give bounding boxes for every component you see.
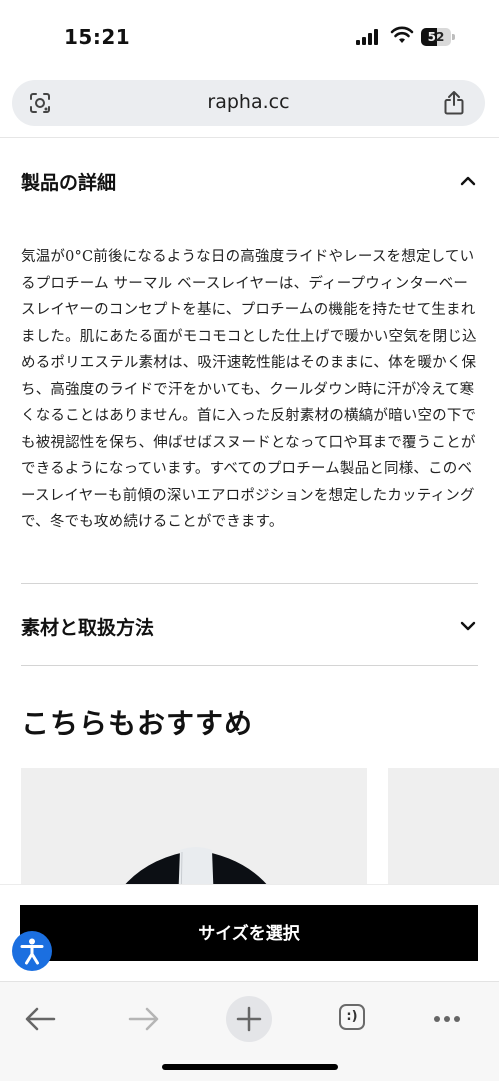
wifi-icon [390,26,414,43]
new-tab-button[interactable] [224,992,274,1042]
status-bar: 15:21 52 [0,0,499,70]
arrow-left-icon [25,1007,56,1031]
url-text: rapha.cc [207,91,290,113]
tab-switcher-button[interactable]: :) [326,992,376,1042]
more-menu-button[interactable] [422,992,472,1042]
battery-icon: 52 [421,28,455,46]
tab-icon: :) [339,1004,365,1030]
header-divider [0,137,499,138]
materials-care-title: 素材と取扱方法 [21,617,155,639]
product-description: 気温が0°C前後になるような日の高強度ライドやレースを想定しているプロチーム サ… [21,249,477,530]
back-button[interactable] [15,992,65,1042]
home-indicator [162,1064,338,1070]
materials-care-header[interactable]: 素材と取扱方法 [21,605,479,645]
chevron-down-icon [460,621,476,631]
product-details-header[interactable]: 製品の詳細 [21,160,479,200]
product-details-title: 製品の詳細 [21,172,117,194]
share-icon[interactable] [442,90,466,116]
recommendations-title: こちらもおすすめ [21,707,254,740]
select-size-button[interactable]: サイズを選択 [20,905,478,961]
forward-button[interactable] [119,992,169,1042]
battery-percent: 52 [427,30,445,44]
cellular-signal-icon [356,29,382,45]
status-time: 15:21 [64,25,131,49]
plus-icon [226,996,272,1042]
arrow-right-icon [128,1007,159,1031]
more-dots-icon [434,1016,460,1022]
address-bar[interactable]: rapha.cc [12,80,485,126]
accessibility-icon[interactable] [12,931,52,971]
section-divider [21,583,478,584]
chevron-up-icon [460,176,476,186]
section-divider [21,665,478,666]
